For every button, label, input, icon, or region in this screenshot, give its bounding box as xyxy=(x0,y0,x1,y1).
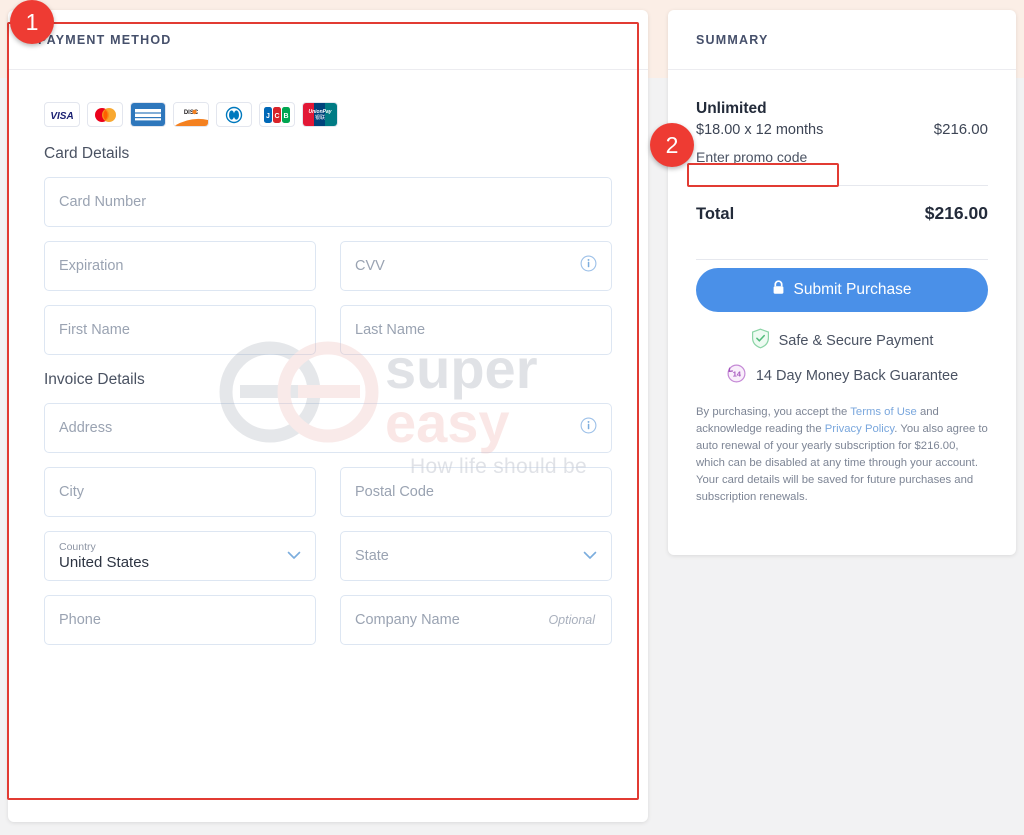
payment-method-title: PAYMENT METHOD xyxy=(38,32,172,47)
last-name-input[interactable]: Last Name xyxy=(340,305,612,355)
city-postal-row: City Postal Code xyxy=(38,467,618,517)
money-back-guarantee-label: 14 Day Money Back Guarantee xyxy=(755,367,959,384)
money-back-guarantee-icon: 14 xyxy=(726,363,747,388)
postal-code-input[interactable]: Postal Code xyxy=(340,467,612,517)
svg-text:VISA: VISA xyxy=(50,111,73,121)
jcb-card-icon: JCB xyxy=(259,102,295,127)
last-name-placeholder: Last Name xyxy=(355,322,426,338)
svg-text:DISC: DISC xyxy=(184,110,199,116)
annotation-marker-2: 2 xyxy=(650,123,694,167)
payment-method-card: PAYMENT METHOD VISA DISC J C B UnionPay … xyxy=(8,10,648,822)
checkout-page: PAYMENT METHOD VISA DISC J C B UnionPay … xyxy=(0,0,1024,835)
total-label: Total xyxy=(696,205,735,223)
fineprint-paragraph-2: Your card details will be saved for futu… xyxy=(696,474,974,503)
payment-card-body: VISA DISC JCB UnionPay 银联 Card Details C… xyxy=(8,70,648,645)
summary-title: SUMMARY xyxy=(696,32,769,47)
first-name-placeholder: First Name xyxy=(59,322,130,338)
phone-input[interactable]: Phone xyxy=(44,595,316,645)
expiration-placeholder: Expiration xyxy=(59,258,124,274)
unionpay-card-icon: UnionPay 银联 xyxy=(302,102,338,127)
svg-text:C: C xyxy=(274,113,279,120)
submit-purchase-label: Submit Purchase xyxy=(793,281,912,298)
state-select[interactable]: State xyxy=(340,531,612,581)
expiration-input[interactable]: Expiration xyxy=(44,241,316,291)
payment-card-header: PAYMENT METHOD xyxy=(8,10,648,70)
address-info-icon[interactable] xyxy=(580,417,597,439)
country-label: Country xyxy=(59,540,96,553)
summary-divider-bottom xyxy=(696,259,988,260)
amex-card-icon xyxy=(130,102,166,127)
svg-text:14: 14 xyxy=(732,370,741,379)
diners-club-card-icon xyxy=(216,102,252,127)
safe-secure-payment-badge: Safe & Secure Payment xyxy=(696,328,988,353)
money-back-guarantee-badge: 14 14 Day Money Back Guarantee xyxy=(696,363,988,388)
shield-check-icon xyxy=(751,328,770,353)
city-placeholder: City xyxy=(59,484,84,500)
name-row: First Name Last Name xyxy=(38,305,618,355)
card-details-heading: Card Details xyxy=(44,145,130,162)
cvv-info-icon[interactable] xyxy=(580,255,597,277)
svg-text:银联: 银联 xyxy=(315,114,325,121)
summary-card: SUMMARY Unlimited $18.00 x 12 months $21… xyxy=(668,10,1016,555)
visa-card-icon: VISA xyxy=(44,102,80,127)
company-name-placeholder: Company Name xyxy=(355,612,460,628)
address-input[interactable]: Address xyxy=(44,403,612,453)
company-name-input[interactable]: Company Name Optional xyxy=(340,595,612,645)
postal-code-placeholder: Postal Code xyxy=(355,484,434,500)
phone-company-row: Phone Company Name Optional xyxy=(38,595,618,645)
invoice-details-heading: Invoice Details xyxy=(44,371,145,388)
submit-purchase-button[interactable]: Submit Purchase xyxy=(696,268,988,312)
fineprint-paragraph-1: By purchasing, you accept the Terms of U… xyxy=(696,404,988,472)
promo-code-row: Enter promo code xyxy=(696,149,988,167)
country-select[interactable]: Country United States xyxy=(44,531,316,581)
company-optional-label: Optional xyxy=(548,613,595,627)
total-row: Total $216.00 xyxy=(696,186,988,241)
state-placeholder: State xyxy=(355,548,389,564)
address-row: Address xyxy=(38,403,618,453)
summary-card-body: Unlimited $18.00 x 12 months $216.00 Ent… xyxy=(668,70,1016,506)
plan-price: $216.00 xyxy=(933,121,988,138)
lock-icon xyxy=(772,280,785,300)
phone-placeholder: Phone xyxy=(59,612,101,628)
chevron-down-icon[interactable] xyxy=(287,547,301,565)
fineprint-text-a: By purchasing, you accept the xyxy=(696,406,851,418)
city-input[interactable]: City xyxy=(44,467,316,517)
discover-card-icon: DISC xyxy=(173,102,209,127)
terms-of-use-link[interactable]: Terms of Use xyxy=(850,406,917,418)
accepted-cards-list: VISA DISC JCB UnionPay 银联 xyxy=(44,102,618,127)
card-number-row: Card Number xyxy=(38,177,618,227)
cvv-placeholder: CVV xyxy=(355,258,385,274)
svg-text:B: B xyxy=(283,113,288,120)
mastercard-card-icon xyxy=(87,102,123,127)
card-number-input[interactable]: Card Number xyxy=(44,177,612,227)
total-value: $216.00 xyxy=(924,203,988,223)
enter-promo-code-link[interactable]: Enter promo code xyxy=(696,149,807,165)
privacy-policy-link[interactable]: Privacy Policy xyxy=(825,423,894,435)
svg-text:J: J xyxy=(266,113,270,120)
first-name-input[interactable]: First Name xyxy=(44,305,316,355)
address-placeholder: Address xyxy=(59,420,113,436)
cvv-input[interactable]: CVV xyxy=(340,241,612,291)
legal-fineprint: By purchasing, you accept the Terms of U… xyxy=(696,404,988,506)
plan-name: Unlimited xyxy=(696,100,767,117)
safe-secure-payment-label: Safe & Secure Payment xyxy=(778,332,934,349)
country-value: United States xyxy=(59,553,150,571)
annotation-marker-1: 1 xyxy=(10,0,54,44)
card-number-placeholder: Card Number xyxy=(59,194,147,210)
summary-card-header: SUMMARY xyxy=(668,10,1016,70)
expiration-cvv-row: Expiration CVV xyxy=(38,241,618,291)
plan-terms: $18.00 x 12 months xyxy=(696,122,824,138)
country-state-row: Country United States State xyxy=(38,531,618,581)
chevron-down-icon[interactable] xyxy=(583,547,597,565)
plan-price-row: $18.00 x 12 months $216.00 xyxy=(696,121,988,138)
